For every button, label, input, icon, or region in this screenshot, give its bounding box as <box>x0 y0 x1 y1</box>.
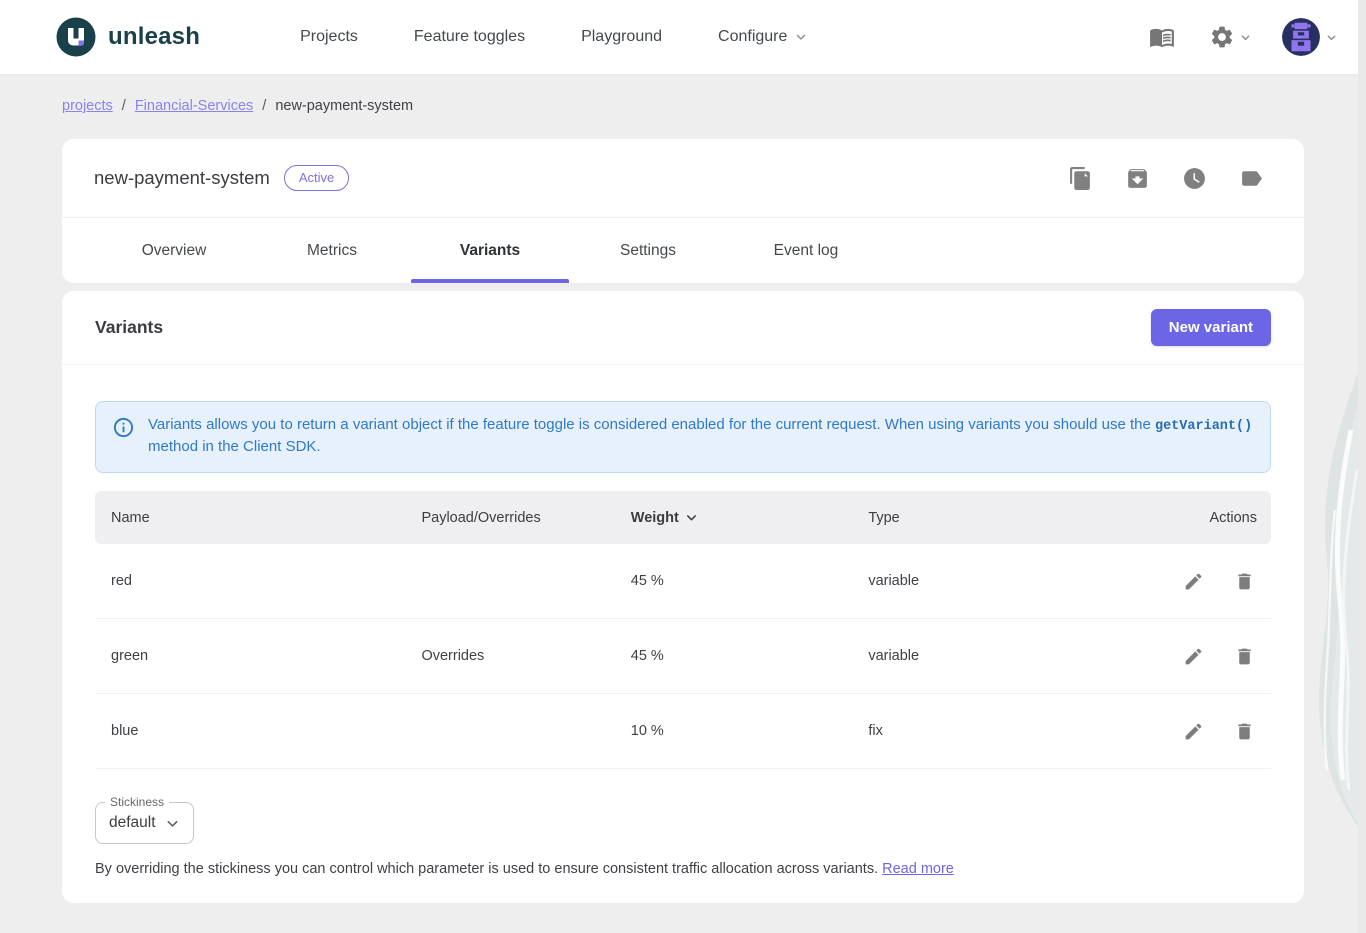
label-icon <box>1239 166 1264 191</box>
delete-variant-button[interactable] <box>1232 644 1257 669</box>
variants-table: Name Payload/Overrides Weight Type Actio… <box>95 491 1271 769</box>
variant-name: red <box>95 573 405 589</box>
variants-section-header: Variants New variant <box>62 291 1304 365</box>
tab-overview[interactable]: Overview <box>95 218 253 283</box>
variant-payload: Overrides <box>405 648 614 664</box>
table-row: green Overrides 45 % variable <box>95 619 1271 694</box>
sort-chevron-down-icon <box>684 510 699 525</box>
tab-settings[interactable]: Settings <box>569 218 727 283</box>
variant-type: fix <box>852 723 1101 739</box>
pencil-icon <box>1183 571 1204 592</box>
nav-configure[interactable]: Configure <box>718 28 808 46</box>
info-alert-text: Variants allows you to return a variant … <box>148 415 1254 457</box>
stickiness-description: By overriding the stickiness you can con… <box>95 861 1271 877</box>
feature-header-card: new-payment-system Active <box>62 139 1304 283</box>
trash-icon <box>1234 646 1255 667</box>
column-header-payload: Payload/Overrides <box>405 510 614 526</box>
column-header-name: Name <box>95 510 405 526</box>
chevron-down-icon <box>1239 31 1252 44</box>
breadcrumb: projects / Financial-Services / new-paym… <box>62 74 1304 114</box>
clock-icon <box>1182 166 1207 191</box>
edit-variant-button[interactable] <box>1181 569 1206 594</box>
settings-button[interactable] <box>1205 20 1256 54</box>
variants-section-body: Variants allows you to return a variant … <box>62 365 1304 903</box>
tab-metrics[interactable]: Metrics <box>253 218 411 283</box>
tab-variants[interactable]: Variants <box>411 218 569 283</box>
code-snippet: getVariant() <box>1155 419 1252 434</box>
tab-event-log[interactable]: Event log <box>727 218 885 283</box>
book-icon <box>1149 24 1175 50</box>
delete-variant-button[interactable] <box>1232 719 1257 744</box>
breadcrumb-projects[interactable]: projects <box>62 98 113 114</box>
trash-icon <box>1234 721 1255 742</box>
variant-weight: 10 % <box>615 723 853 739</box>
read-more-link[interactable]: Read more <box>882 861 954 877</box>
breadcrumb-separator: / <box>122 98 126 114</box>
tag-button[interactable] <box>1235 162 1268 195</box>
feature-title-row: new-payment-system Active <box>62 139 1304 217</box>
table-row: blue 10 % fix <box>95 694 1271 769</box>
main-nav: Projects Feature toggles Playground Conf… <box>300 28 808 46</box>
nav-projects[interactable]: Projects <box>300 28 358 46</box>
variant-weight: 45 % <box>615 648 853 664</box>
variant-name: green <box>95 648 405 664</box>
chevron-down-icon <box>794 30 808 44</box>
variant-type: variable <box>852 573 1101 589</box>
variants-card: Variants New variant Variants allows you… <box>62 291 1304 903</box>
history-button[interactable] <box>1178 162 1211 195</box>
delete-variant-button[interactable] <box>1232 569 1257 594</box>
stickiness-label: Stickiness <box>105 795 169 809</box>
unleash-logo-icon <box>56 17 96 57</box>
column-header-weight[interactable]: Weight <box>615 510 853 526</box>
nav-playground[interactable]: Playground <box>581 28 662 46</box>
stickiness-value: default <box>109 814 156 832</box>
new-variant-button[interactable]: New variant <box>1151 309 1271 346</box>
table-header-row: Name Payload/Overrides Weight Type Actio… <box>95 491 1271 544</box>
nav-feature-toggles[interactable]: Feature toggles <box>414 28 525 46</box>
variant-weight: 45 % <box>615 573 853 589</box>
variant-name: blue <box>95 723 405 739</box>
documentation-button[interactable] <box>1145 20 1179 54</box>
edit-variant-button[interactable] <box>1181 644 1206 669</box>
pencil-icon <box>1183 646 1204 667</box>
chevron-down-icon <box>164 815 181 832</box>
navbar-right <box>1145 18 1338 56</box>
archive-icon <box>1125 166 1150 191</box>
copy-icon <box>1068 166 1093 191</box>
column-header-actions: Actions <box>1102 510 1271 526</box>
breadcrumb-separator: / <box>262 98 266 114</box>
unleash-logo[interactable]: unleash <box>56 17 200 57</box>
info-icon <box>112 416 135 439</box>
breadcrumb-project-name[interactable]: Financial-Services <box>135 98 253 114</box>
info-alert: Variants allows you to return a variant … <box>95 401 1271 473</box>
brand-name: unleash <box>108 23 200 51</box>
column-header-type: Type <box>852 510 1101 526</box>
section-title: Variants <box>95 317 163 338</box>
user-menu[interactable] <box>1282 18 1338 56</box>
top-navbar: unleash Projects Feature toggles Playgro… <box>0 0 1366 74</box>
edit-variant-button[interactable] <box>1181 719 1206 744</box>
pencil-icon <box>1183 721 1204 742</box>
copy-feature-button[interactable] <box>1064 162 1097 195</box>
stickiness-select[interactable]: Stickiness default <box>95 802 194 844</box>
status-badge: Active <box>284 165 349 191</box>
decorative-texture <box>1299 370 1359 828</box>
page-title: new-payment-system <box>94 167 270 189</box>
feature-actions <box>1064 162 1268 195</box>
avatar <box>1282 18 1320 56</box>
gear-icon <box>1209 24 1235 50</box>
table-row: red 45 % variable <box>95 544 1271 619</box>
feature-tabs: Overview Metrics Variants Settings Event… <box>62 217 1304 283</box>
breadcrumb-current: new-payment-system <box>275 98 413 114</box>
trash-icon <box>1234 571 1255 592</box>
scrollbar[interactable] <box>1358 0 1366 933</box>
archive-feature-button[interactable] <box>1121 162 1154 195</box>
variant-type: variable <box>852 648 1101 664</box>
chevron-down-icon <box>1325 31 1338 44</box>
